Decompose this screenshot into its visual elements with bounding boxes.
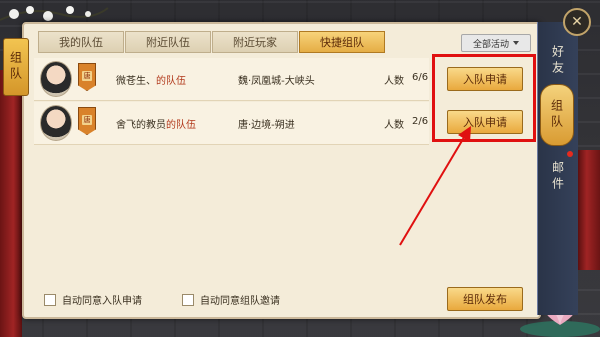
annotation-arrow-icon <box>399 126 471 246</box>
